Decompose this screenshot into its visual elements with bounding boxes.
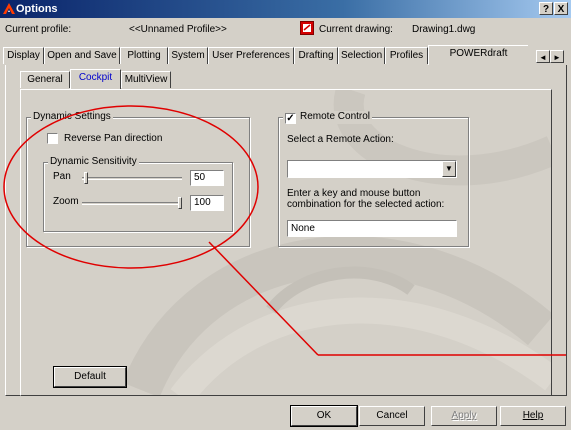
tab-open-and-save[interactable]: Open and Save bbox=[44, 47, 120, 64]
tab-profiles[interactable]: Profiles bbox=[385, 47, 428, 64]
tab-display[interactable]: Display bbox=[3, 47, 44, 64]
pan-value-field[interactable]: 50 bbox=[190, 170, 224, 186]
remote-control-legend[interactable]: Remote Control bbox=[300, 111, 370, 122]
tab-drafting[interactable]: Drafting bbox=[294, 47, 338, 64]
main-tab-strip: Display Open and Save Plotting System Us… bbox=[3, 45, 528, 65]
remote-control-group: ✓ Remote Control Select a Remote Action: … bbox=[278, 111, 469, 247]
default-button[interactable]: Default bbox=[53, 366, 127, 388]
zoom-label: Zoom bbox=[53, 196, 79, 207]
dynamic-settings-group: Dynamic Settings Reverse Pan direction D… bbox=[26, 111, 250, 247]
apply-button-label: Apply bbox=[451, 410, 477, 421]
tab-cockpit[interactable]: Cockpit bbox=[70, 69, 121, 89]
tab-scroll-right-button[interactable]: ► bbox=[550, 50, 564, 63]
tab-powerdraft[interactable]: POWERdraft bbox=[428, 45, 528, 65]
current-profile-value: <<Unnamed Profile>> bbox=[129, 24, 227, 35]
tab-general[interactable]: General bbox=[20, 71, 70, 88]
tab-plotting[interactable]: Plotting bbox=[120, 47, 168, 64]
reverse-pan-label[interactable]: Reverse Pan direction bbox=[64, 133, 162, 144]
cancel-button[interactable]: Cancel bbox=[359, 406, 425, 426]
tab-multiview[interactable]: MultiView bbox=[121, 71, 171, 88]
remote-control-checkbox[interactable]: ✓ bbox=[285, 113, 296, 124]
key-combo-input[interactable]: None bbox=[287, 220, 457, 237]
title-bar: Options ? X bbox=[0, 0, 571, 18]
drawing-icon bbox=[300, 21, 314, 35]
help-button-label: Help bbox=[522, 410, 544, 421]
tab-scroll-left-button[interactable]: ◄ bbox=[536, 50, 550, 63]
current-drawing-value: Drawing1.dwg bbox=[412, 24, 476, 35]
key-combo-label-line2: combination for the selected action: bbox=[287, 199, 445, 210]
select-remote-action-label: Select a Remote Action: bbox=[287, 134, 394, 145]
tab-selection[interactable]: Selection bbox=[338, 47, 385, 64]
help-button[interactable]: Help bbox=[500, 406, 566, 426]
help-title-button[interactable]: ? bbox=[539, 2, 553, 15]
remote-control-legend-wrap: ✓ Remote Control bbox=[283, 111, 373, 124]
remote-action-select[interactable]: ▼ bbox=[287, 160, 457, 178]
tab-user-preferences[interactable]: User Preferences bbox=[208, 47, 294, 64]
dynamic-sensitivity-legend: Dynamic Sensitivity bbox=[48, 156, 139, 167]
tab-system[interactable]: System bbox=[168, 47, 208, 64]
pan-slider-thumb[interactable] bbox=[84, 172, 88, 184]
autocad-app-icon bbox=[3, 3, 15, 14]
pan-slider-track[interactable] bbox=[82, 177, 182, 180]
zoom-slider-track[interactable] bbox=[82, 202, 182, 205]
ok-button[interactable]: OK bbox=[290, 405, 358, 427]
close-title-button[interactable]: X bbox=[554, 2, 568, 15]
sub-tab-strip: General Cockpit MultiView bbox=[20, 69, 220, 89]
reverse-pan-checkbox[interactable] bbox=[47, 133, 58, 144]
apply-button[interactable]: Apply bbox=[431, 406, 497, 426]
window-title: Options bbox=[16, 3, 58, 15]
key-combo-label-line1: Enter a key and mouse button bbox=[287, 188, 421, 199]
pan-label: Pan bbox=[53, 171, 71, 182]
dynamic-settings-legend: Dynamic Settings bbox=[31, 111, 113, 122]
chevron-down-icon[interactable]: ▼ bbox=[442, 161, 456, 177]
dynamic-sensitivity-group: Dynamic Sensitivity Pan 50 Zoom 100 bbox=[43, 156, 233, 232]
cockpit-panel: Dynamic Settings Reverse Pan direction D… bbox=[20, 89, 552, 396]
current-drawing-label: Current drawing: bbox=[319, 24, 393, 35]
zoom-value-field[interactable]: 100 bbox=[190, 195, 224, 211]
zoom-slider-thumb[interactable] bbox=[178, 197, 182, 209]
current-profile-label: Current profile: bbox=[5, 24, 72, 35]
